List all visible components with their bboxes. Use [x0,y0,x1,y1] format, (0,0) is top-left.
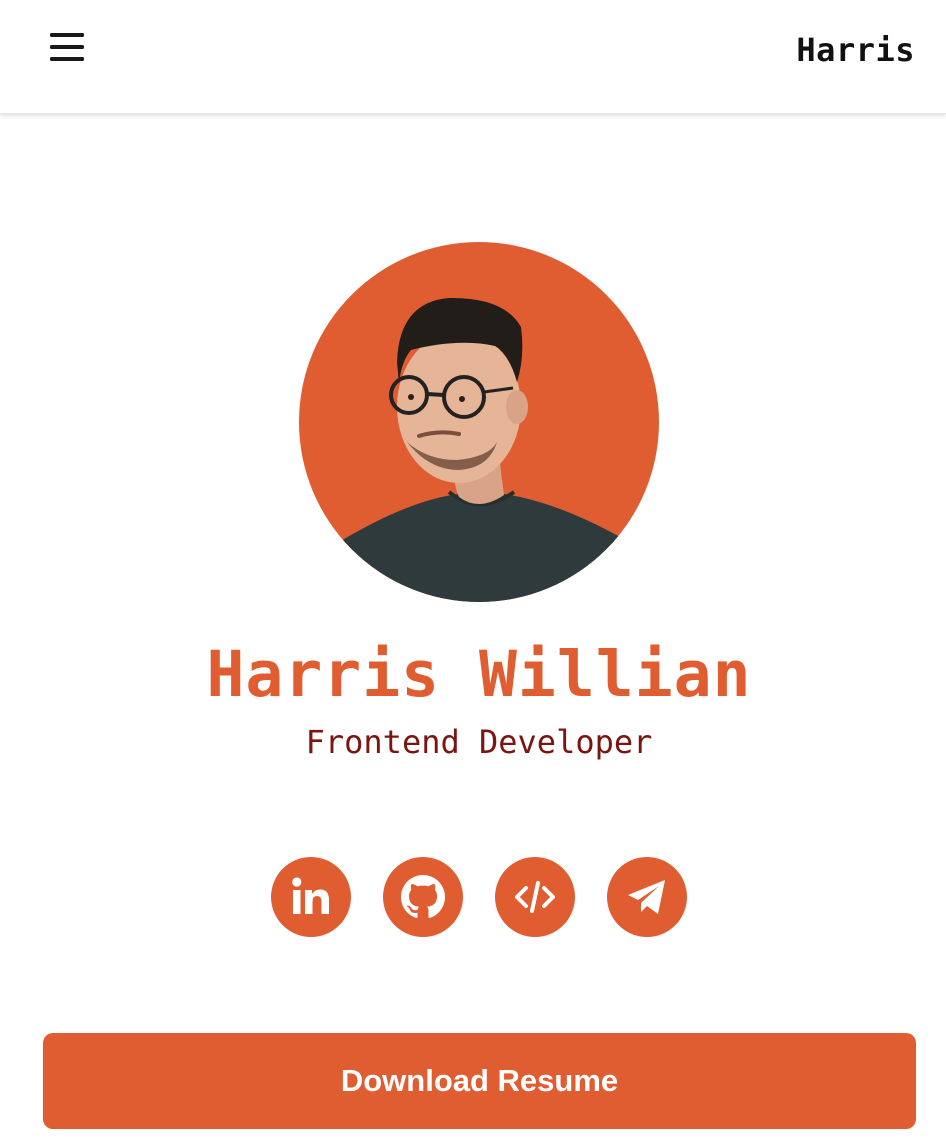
linkedin-link[interactable] [271,857,351,937]
telegram-link[interactable] [607,857,687,937]
github-link[interactable] [383,857,463,937]
avatar [299,242,659,602]
profile-name: Harris Willian [206,638,752,711]
brand-name[interactable]: Harris [796,31,915,69]
telegram-icon [628,880,665,914]
download-resume-button[interactable]: Download Resume [43,1033,916,1129]
top-bar: Harris [0,0,946,114]
linkedin-icon [292,877,329,914]
code-icon [515,881,555,913]
hamburger-menu-icon[interactable] [46,28,88,66]
github-icon [401,875,445,918]
hero-section: Harris Willian Frontend Developer Downlo… [0,113,946,1142]
code-link[interactable] [495,857,575,937]
social-links [271,857,687,937]
profile-role: Frontend Developer [305,723,653,761]
